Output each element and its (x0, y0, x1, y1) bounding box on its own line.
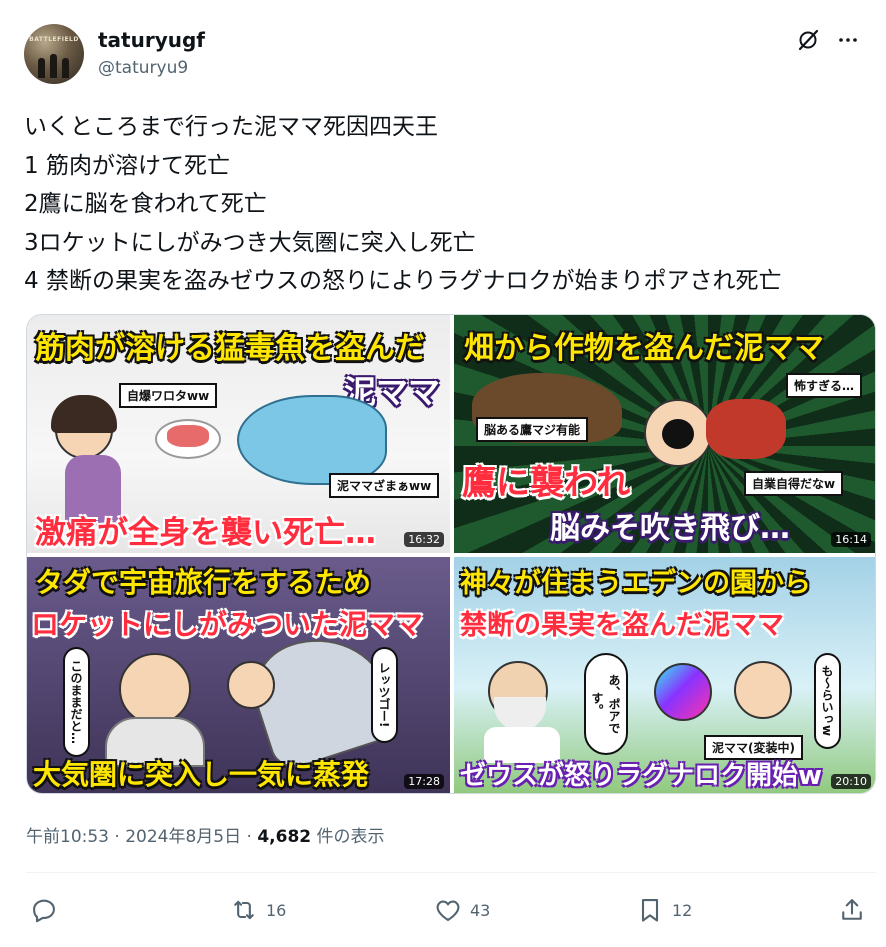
retweet-icon (234, 900, 254, 920)
speech-bubble: 自業自得だなw (744, 471, 844, 496)
thumb-caption: 激痛が全身を襲い死亡… (35, 515, 376, 551)
vertical-speech-bubble: レッツゴー! (371, 647, 398, 743)
more-options-icon[interactable] (836, 28, 860, 52)
angel-woman-character (734, 661, 792, 719)
thumb-caption: 大気圏に突入し一気に蒸発 (33, 758, 370, 791)
post-date[interactable]: 2024年8月5日 (125, 827, 241, 847)
retweet-count: 16 (266, 900, 287, 920)
vertical-speech-bubble: も～らいっw (814, 653, 841, 749)
screaming-mouth (662, 419, 694, 449)
video-duration: 16:32 (404, 532, 444, 547)
tweet-line: 3ロケットにしがみつき大気圏に突入し死亡 (24, 229, 476, 256)
display-name[interactable]: taturyugf (98, 28, 205, 52)
vertical-speech-bubble: このままだと… (63, 647, 90, 757)
tweet-line: いくところまで行った泥ママ死因四天王 (24, 114, 438, 140)
avatar-figure (38, 58, 45, 78)
astronaut-character (119, 653, 191, 725)
tweet-line: 1 筋肉が溶けて死亡 (24, 152, 230, 179)
like-button[interactable]: 43 (434, 892, 490, 928)
tweet-meta: 午前10:53 · 2024年8月5日 · 4,682 件の表示 (26, 822, 385, 847)
tweet-line: 4 禁断の果実を盗みゼウスの怒りによりラグナロクが始まりポアされ死亡 (24, 268, 782, 294)
thumb-title-sub: ロケットにしがみついた泥ママ (31, 608, 424, 641)
avatar[interactable]: BATTLEFIELD (24, 24, 84, 84)
media-grid: 筋肉が溶ける猛毒魚を盗んだ 泥ママ 自爆ワロタww 泥ママざまぁww 激痛が全身… (26, 314, 876, 794)
speech-bubble: 怖すぎる… (786, 373, 863, 398)
video-thumbnail-4[interactable]: 神々が住まうエデンの園から 禁断の果実を盗んだ泥ママ あ、ポアです。 泥ママ(変… (454, 557, 875, 793)
heart-icon (436, 900, 460, 921)
thumb-title: 畑から作物を盗んだ泥ママ (464, 331, 824, 366)
bookmark-count: 12 (672, 900, 693, 920)
thumb-title: 筋肉が溶ける猛毒魚を盗んだ (35, 331, 425, 366)
avatar-figure (50, 54, 57, 78)
thumb-title: 神々が住まうエデンの園から (460, 568, 811, 599)
user-handle[interactable]: @taturyu9 (98, 58, 188, 78)
avatar-logo-text: BATTLEFIELD (29, 36, 79, 43)
thumb-caption: 脳みそ吹き飛び… (550, 511, 790, 546)
views-count: 4,682 (257, 827, 312, 847)
meta-separator: · (246, 827, 252, 847)
reply-icon (33, 899, 55, 923)
fish-illustration (237, 395, 387, 485)
vertical-speech-bubble: あ、ポアです。 (584, 653, 628, 755)
woman-hair (51, 395, 117, 433)
video-duration: 20:10 (831, 774, 871, 789)
forbidden-fruit (654, 663, 712, 721)
speech-bubble: 脳ある鷹マジ有能 (476, 417, 589, 442)
tweet-header: BATTLEFIELD taturyugf @taturyu9 (24, 22, 862, 86)
share-button[interactable] (838, 892, 866, 928)
video-thumbnail-1[interactable]: 筋肉が溶ける猛毒魚を盗んだ 泥ママ 自爆ワロタww 泥ママざまぁww 激痛が全身… (27, 315, 450, 553)
action-bar: 16 43 12 (30, 892, 866, 928)
speech-bubble: 自爆ワロタww (119, 383, 218, 408)
post-time[interactable]: 午前10:53 (26, 827, 109, 847)
woman-character (227, 661, 275, 709)
reply-button[interactable] (30, 892, 58, 928)
bookmark-button[interactable]: 12 (636, 892, 692, 928)
tweet-line: 2鷹に脳を食われて死亡 (24, 191, 267, 217)
meta-separator: · (114, 827, 120, 847)
video-duration: 17:28 (404, 774, 444, 789)
sashimi (167, 425, 209, 447)
thumb-title: タダで宇宙旅行をするため (35, 566, 372, 599)
divider (26, 872, 876, 873)
blood-splash (706, 399, 786, 459)
bookmark-icon (641, 899, 659, 922)
video-thumbnail-3[interactable]: タダで宇宙旅行をするため ロケットにしがみついた泥ママ このままだと… レッツゴ… (27, 557, 450, 793)
thumb-title-sub: 禁断の果実を盗んだ泥ママ (460, 610, 784, 641)
zeus-beard (494, 697, 546, 731)
share-icon (842, 899, 862, 920)
tweet-text: いくところまで行った泥ママ死因四天王 1 筋肉が溶けて死亡 2鷹に脳を食われて死… (24, 108, 874, 301)
thumb-caption: ゼウスが怒りラグナロク開始w (460, 761, 823, 791)
views-label: 件の表示 (316, 827, 385, 847)
like-count: 43 (470, 900, 491, 920)
speech-bubble: 泥ママざまぁww (329, 473, 440, 498)
video-duration: 16:14 (831, 532, 871, 547)
avatar-figure (62, 58, 69, 78)
thumb-caption-mid: 鷹に襲われ (462, 463, 631, 503)
grok-icon[interactable] (796, 28, 820, 52)
retweet-button[interactable]: 16 (230, 892, 286, 928)
video-thumbnail-2[interactable]: 畑から作物を盗んだ泥ママ 怖すぎる… 脳ある鷹マジ有能 自業自得だなw 鷹に襲わ… (454, 315, 875, 553)
